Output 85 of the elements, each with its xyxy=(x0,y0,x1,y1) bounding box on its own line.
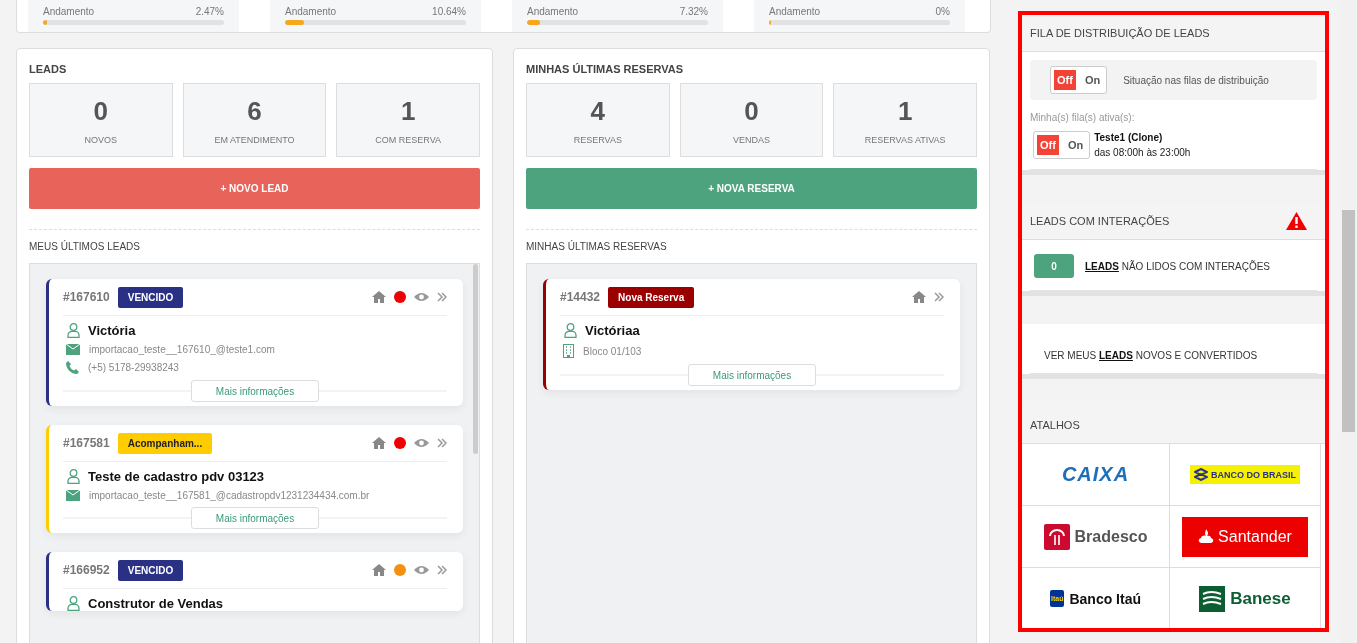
person-icon xyxy=(67,323,80,338)
tree-icon xyxy=(1043,523,1070,550)
eye-icon[interactable] xyxy=(414,292,429,302)
scrollbar[interactable] xyxy=(473,264,478,454)
status-text: Situação nas filas de distribuição xyxy=(1123,74,1269,86)
on-off-toggle[interactable]: Off On xyxy=(1050,66,1108,94)
double-chevron-icon[interactable] xyxy=(437,292,447,302)
queue-hours: das 08:00h às 23:00h xyxy=(1094,147,1191,158)
person-icon xyxy=(564,323,577,338)
stat-value: 0 xyxy=(93,95,109,127)
waves-icon xyxy=(1199,585,1226,612)
status-badge: Acompanham... xyxy=(117,432,213,454)
stat-value: 6 xyxy=(247,95,262,127)
section-header: LEADS COM INTERAÇÕES xyxy=(1030,215,1170,227)
contact-name: Victóriaa xyxy=(585,323,640,338)
contact-name: Victória xyxy=(88,323,136,338)
bank-logo-link[interactable]: Bradesco xyxy=(1043,523,1148,550)
person-icon xyxy=(67,596,80,611)
stat-label: RESERVAS xyxy=(573,134,622,145)
contact-name: Teste de cadastro pdv 03123 xyxy=(88,469,265,484)
card-id: #167610 xyxy=(63,290,110,304)
progress-label: Andamento xyxy=(43,6,95,17)
envelope-icon xyxy=(66,344,80,355)
progress-value: 2.47% xyxy=(195,6,224,17)
more-info-button[interactable]: Mais informações xyxy=(688,364,816,386)
stripes-icon xyxy=(1194,468,1208,481)
more-info-button[interactable]: Mais informações xyxy=(191,380,319,402)
envelope-icon xyxy=(66,490,80,501)
contact-detail: (+5) 5178-29938243 xyxy=(88,362,179,373)
count-badge: 0 xyxy=(1034,254,1074,278)
home-icon[interactable] xyxy=(372,291,386,303)
home-icon[interactable] xyxy=(372,437,386,449)
stat-label: EM ATENDIMENTO xyxy=(214,134,295,145)
section-title: MINHAS ÚLTIMAS RESERVAS xyxy=(526,229,977,252)
progress-label: Andamento xyxy=(769,6,821,17)
eye-icon[interactable] xyxy=(414,565,429,575)
on-off-toggle[interactable]: Off On xyxy=(1033,131,1091,159)
progress-label: Andamento xyxy=(285,6,337,17)
flame-icon xyxy=(1198,528,1215,545)
view-leads-text: VER MEUS LEADS NOVOS E CONVERTIDOS xyxy=(1044,350,1258,361)
stat-value: 1 xyxy=(897,95,913,127)
double-chevron-icon[interactable] xyxy=(437,565,447,575)
double-chevron-icon[interactable] xyxy=(934,292,944,302)
stat-value: 4 xyxy=(590,95,606,127)
stat-value: 1 xyxy=(400,95,416,127)
home-icon[interactable] xyxy=(372,564,386,576)
panel-title: MINHAS ÚLTIMAS RESERVAS xyxy=(526,63,685,75)
more-info-button[interactable]: Mais informações xyxy=(191,507,319,529)
section-title: MEUS ÚLTIMOS LEADS xyxy=(29,229,480,252)
stat-label: VENDAS xyxy=(733,134,770,145)
progress-label: Andamento xyxy=(527,6,579,17)
progress-value: 10.64% xyxy=(432,6,466,17)
bank-logo-link[interactable]: CAIXA xyxy=(1061,463,1130,486)
stat-label: RESERVAS ATIVAS xyxy=(864,134,946,145)
contact-name: Construtor de Vendas xyxy=(88,596,224,611)
panel-title: LEADS xyxy=(29,63,68,75)
person-icon xyxy=(67,469,80,484)
stat-label: NOVOS xyxy=(84,134,118,145)
home-icon[interactable] xyxy=(912,291,926,303)
leads-link[interactable]: LEADS xyxy=(1085,260,1119,272)
leads-link[interactable]: LEADS xyxy=(1099,350,1133,361)
bank-logo-link[interactable]: Santander xyxy=(1182,516,1308,557)
double-chevron-icon[interactable] xyxy=(437,438,447,448)
bank-logo-link[interactable]: BANCO DO BRASIL xyxy=(1190,465,1300,484)
card-id: #167581 xyxy=(63,436,110,450)
phone-icon xyxy=(66,361,79,374)
status-badge: Nova Reserva xyxy=(608,286,695,308)
bank-logo-link[interactable]: Banese xyxy=(1199,585,1291,612)
warning-icon xyxy=(1286,212,1307,230)
queue-name: Teste1 (Clone) xyxy=(1094,132,1164,143)
card-id: #14432 xyxy=(560,290,601,304)
active-queues-label: Minha(s) fila(s) ativa(s): xyxy=(1030,112,1136,123)
contact-detail: Bloco 01/103 xyxy=(583,345,642,357)
contact-detail: importacao_teste__167610_@teste1.com xyxy=(89,344,275,355)
status-badge: VENCIDO xyxy=(117,286,184,308)
progress-value: 0% xyxy=(935,6,950,17)
eye-icon[interactable] xyxy=(414,438,429,448)
building-icon xyxy=(563,344,574,358)
card-id: #166952 xyxy=(63,563,110,577)
stat-value: 0 xyxy=(744,95,759,127)
interactions-text: LEADS NÃO LIDOS COM INTERAÇÕES xyxy=(1085,260,1271,272)
progress-value: 7.32% xyxy=(679,6,708,17)
status-badge: VENCIDO xyxy=(117,559,184,581)
contact-detail: importacao_teste__167581_@cadastropdv1231234434.com.br xyxy=(89,490,370,501)
stat-label: COM RESERVA xyxy=(375,134,441,145)
